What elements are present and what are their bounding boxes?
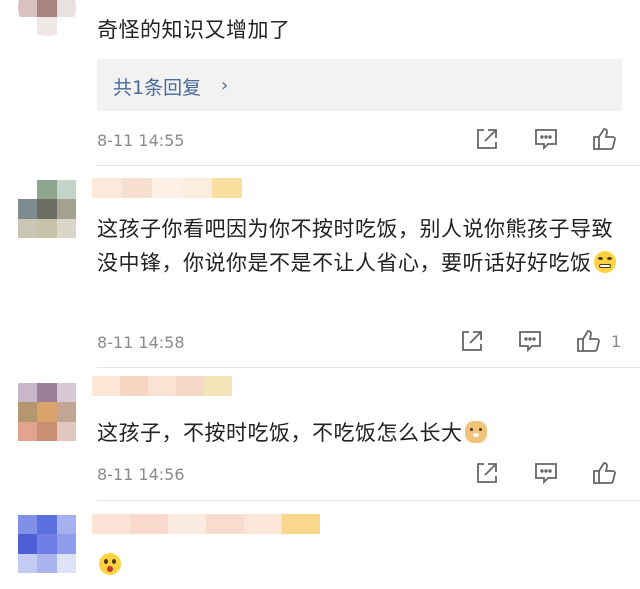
comment-actions: 1 (0, 328, 640, 358)
reply-thread-box[interactable]: 共1条回复 › (97, 59, 622, 111)
comment-actions (0, 126, 640, 156)
share-icon[interactable] (474, 126, 500, 152)
avatar[interactable] (18, 180, 76, 238)
username-blurred[interactable] (92, 376, 232, 396)
avatar[interactable] (18, 383, 76, 441)
share-icon[interactable] (459, 328, 485, 354)
comment-text-body: 这孩子，不按时吃饭，不吃饭怎么长大 (97, 421, 463, 445)
username-blurred[interactable] (92, 178, 262, 198)
comment-text-body: 这孩子你看吧因为你不按时吃饭，别人说你熊孩子导致没中锋，你说你是不是不让人省心，… (97, 217, 613, 275)
chevron-right-icon: › (221, 75, 229, 96)
grimace-emoji (593, 251, 616, 273)
thumbs-up-icon[interactable] (591, 126, 617, 152)
comment-text: 这孩子，不按时吃饭，不吃饭怎么长大 (97, 416, 627, 450)
comment-text: 奇怪的知识又增加了 (97, 18, 291, 42)
comment-icon[interactable] (517, 328, 543, 354)
username-blurred[interactable] (92, 514, 320, 534)
avatar[interactable] (18, 0, 76, 36)
thumbs-up-icon[interactable] (591, 460, 617, 486)
reply-count-link[interactable]: 共1条回复 (113, 73, 201, 100)
comment-divider (97, 165, 640, 166)
share-icon[interactable] (474, 460, 500, 486)
comment-text: 这孩子你看吧因为你不按时吃饭，别人说你熊孩子导致没中锋，你说你是不是不让人省心，… (97, 212, 627, 280)
avatar[interactable] (18, 515, 76, 573)
comment-icon[interactable] (533, 460, 559, 486)
comment-icon[interactable] (533, 126, 559, 152)
comment-actions (0, 460, 640, 490)
comment-text (97, 548, 627, 582)
doge-emoji (464, 421, 487, 443)
comment-divider (97, 367, 640, 368)
thumbs-up-icon[interactable] (575, 328, 601, 354)
surprised-emoji (99, 553, 121, 575)
like-count: 1 (611, 332, 622, 351)
comment-divider (97, 500, 640, 501)
